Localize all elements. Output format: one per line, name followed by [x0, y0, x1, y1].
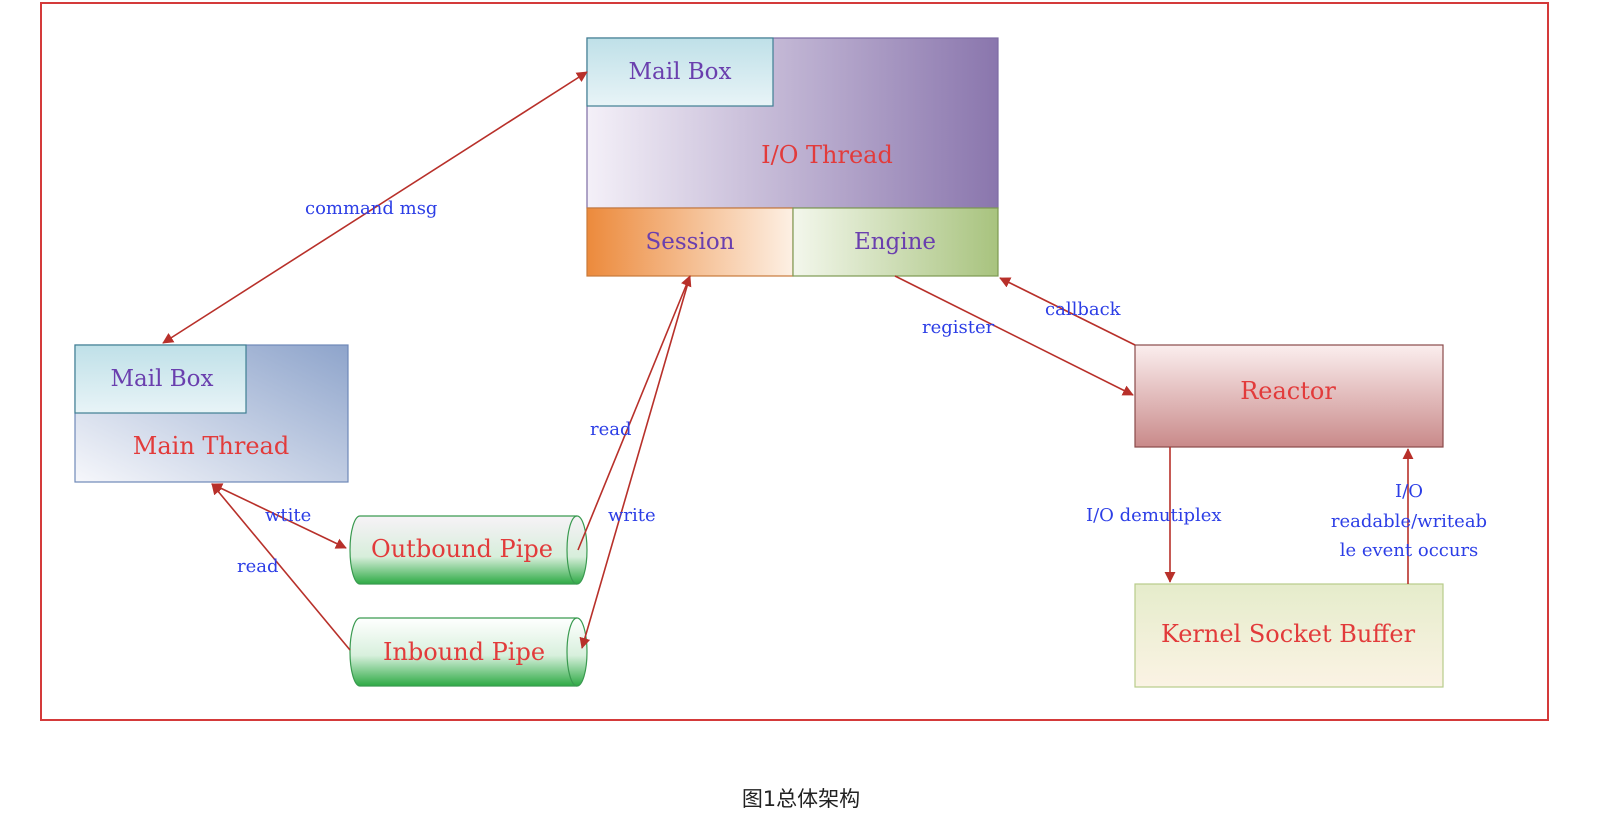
kernel-socket-buffer-label: Kernel Socket Buffer: [1161, 620, 1416, 648]
label-register: register: [922, 317, 995, 338]
figure-caption: 图1总体架构: [741, 787, 861, 811]
label-io-event-line2: readable/writeab: [1331, 511, 1487, 532]
main-thread-block: Mail Box Main Thread: [74, 344, 349, 483]
session-label: Session: [646, 229, 735, 255]
outbound-pipe: Outbound Pipe: [349, 515, 588, 585]
label-io-event-line1: I/O: [1395, 481, 1423, 502]
label-command-msg: command msg: [305, 198, 437, 219]
reactor-block: Reactor: [1134, 344, 1444, 448]
architecture-diagram: Mail Box I/O Thread Session Engine Mail …: [40, 2, 1549, 721]
label-read-io: read: [590, 419, 632, 440]
io-thread-block: Mail Box I/O Thread Session Engine: [586, 37, 999, 277]
reactor-label: Reactor: [1240, 377, 1336, 405]
label-read-main: read: [237, 556, 279, 577]
label-callback: callback: [1045, 299, 1122, 320]
outbound-pipe-label: Outbound Pipe: [371, 535, 553, 563]
engine-label: Engine: [854, 229, 936, 255]
io-thread-title: I/O Thread: [761, 141, 893, 169]
label-write-io: write: [608, 505, 656, 526]
main-thread-mailbox-label: Mail Box: [110, 366, 213, 392]
arrow-session-write-inbound: [579, 275, 691, 649]
label-io-demutiplex: I/O demutiplex: [1086, 505, 1222, 526]
label-wtite-main: wtite: [265, 505, 311, 526]
main-thread-title: Main Thread: [133, 432, 289, 460]
io-thread-mailbox-label: Mail Box: [628, 59, 731, 85]
inbound-pipe-label: Inbound Pipe: [383, 638, 545, 666]
kernel-socket-buffer-block: Kernel Socket Buffer: [1134, 583, 1444, 688]
inbound-pipe: Inbound Pipe: [349, 617, 588, 687]
label-io-event-line3: le event occurs: [1340, 540, 1479, 561]
